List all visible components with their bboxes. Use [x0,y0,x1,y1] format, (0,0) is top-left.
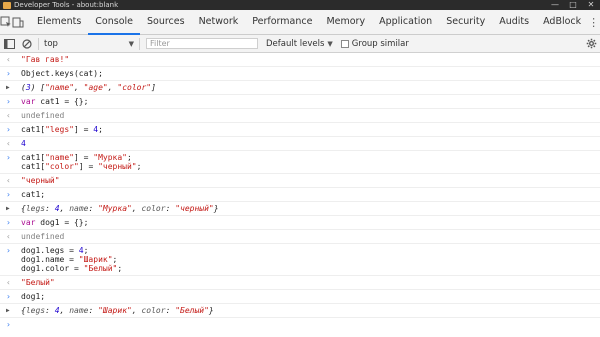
prompt-input-line[interactable] [21,320,600,329]
more-vert-icon[interactable]: ⋮ [588,10,599,34]
console-line: "Гав гав!" [21,55,70,64]
window-controls: — □ ✕ [546,0,600,10]
console-result-entry: ‹ "Белый" [0,276,600,290]
result-return-icon: ‹ [6,278,11,287]
console-toolbar: top ▼ Default levels ▼ Group similar [0,35,600,53]
result-return-icon: ‹ [6,111,11,120]
console-line: var cat1 = {}; [21,97,89,106]
console-line: Object.keys(cat); [21,69,103,78]
console-line: "черный" [21,176,60,185]
context-selector-value: top [44,38,58,49]
clear-console-icon[interactable] [18,35,36,52]
console-output[interactable]: ‹ "Гав гав!" › Object.keys(cat); ▶ (3) ["name… [0,53,600,337]
console-result-entry: ‹ undefined [0,230,600,244]
maximize-button[interactable]: □ [564,0,582,10]
console-line: {legs: 4, name: "Мурка", color: "черный"… [21,204,219,213]
device-toggle-icon[interactable] [12,10,24,34]
tab-security[interactable]: Security [439,10,492,34]
tab-application[interactable]: Application [372,10,439,34]
tab-memory[interactable]: Memory [319,10,372,34]
context-selector[interactable]: top ▼ [41,37,137,50]
tab-console[interactable]: Console [88,10,140,35]
console-line: dog1; [21,292,46,301]
console-line: dog1.color = "Белый"; [21,264,123,273]
panel-tabs: Elements Console Sources Network Performance… [30,10,588,35]
tab-adblock[interactable]: AdBlock [536,10,588,34]
input-prompt-icon: › [6,190,11,199]
input-prompt-icon: › [6,125,11,134]
console-line: (3) ["name", "age", "color"] [21,83,156,92]
group-similar-checkbox[interactable]: Group similar [340,38,409,49]
console-prompt[interactable]: › [0,318,600,331]
console-result-entry: ‹ "Гав гав!" [0,53,600,67]
input-prompt-icon: › [6,97,11,106]
expand-triangle-icon[interactable]: ▶ [6,204,16,213]
console-input-entry: › dog1; [0,290,600,304]
log-levels-label: Default levels [266,38,325,49]
console-line: var dog1 = {}; [21,218,89,227]
gear-icon[interactable] [582,35,600,52]
console-input-entry: › cat1; [0,188,600,202]
console-line: cat1; [21,190,46,199]
log-levels-dropdown[interactable]: Default levels ▼ [266,39,333,49]
devtools-tabbar: Elements Console Sources Network Performance… [0,10,600,35]
close-window-button[interactable]: ✕ [582,0,600,10]
tab-audits[interactable]: Audits [492,10,536,34]
input-prompt-icon: › [6,320,11,329]
group-similar-label: Group similar [351,38,409,49]
console-line: cat1["legs"] = 4; [21,125,103,134]
console-line: cat1["name"] = "Мурка"; [21,153,132,162]
console-input-entry: › dog1.legs = 4; dog1.name = "Шарик"; dog1.… [0,244,600,276]
console-line: dog1.name = "Шарик"; [21,255,118,264]
console-object-entry[interactable]: ▶ {legs: 4, name: "Шарик", color: "Белый"… [0,304,600,318]
chevron-down-icon: ▼ [128,39,134,48]
console-result-entry: ‹ 4 [0,137,600,151]
filter-input[interactable] [146,38,258,49]
tab-performance[interactable]: Performance [245,10,319,34]
result-return-icon: ‹ [6,55,11,64]
minimize-button[interactable]: — [546,0,564,10]
sidebar-toggle-icon[interactable] [0,35,18,52]
devtools-app-icon [3,1,11,9]
console-input-entry: › cat1["legs"] = 4; [0,123,600,137]
toolbar-divider [38,37,39,50]
console-line: {legs: 4, name: "Шарик", color: "Белый"} [21,306,214,315]
console-line: "Белый" [21,278,55,287]
window-title: Developer Tools - about:blank [14,1,119,9]
console-input-entry: › var dog1 = {}; [0,216,600,230]
console-input-entry: › Object.keys(cat); [0,67,600,81]
console-result-entry: ‹ undefined [0,109,600,123]
checkbox-box[interactable] [340,39,349,48]
input-prompt-icon: › [6,218,11,227]
chevron-down-icon: ▼ [327,39,333,48]
console-line: undefined [21,232,65,241]
console-object-entry[interactable]: ▶ (3) ["name", "age", "color"] [0,81,600,95]
console-result-entry: ‹ "черный" [0,174,600,188]
tab-sources[interactable]: Sources [140,10,192,34]
expand-triangle-icon[interactable]: ▶ [6,306,16,315]
window-titlebar: Developer Tools - about:blank — □ ✕ [0,0,600,10]
toolbar-divider [139,37,140,50]
tab-elements[interactable]: Elements [30,10,88,34]
input-prompt-icon: › [6,292,11,301]
console-object-entry[interactable]: ▶ {legs: 4, name: "Мурка", color: "черный… [0,202,600,216]
inspect-icon[interactable] [0,10,12,34]
console-line: undefined [21,111,65,120]
expand-triangle-icon[interactable]: ▶ [6,83,16,92]
console-line: 4 [21,139,26,148]
input-prompt-icon: › [6,69,11,78]
result-return-icon: ‹ [6,139,11,148]
tab-network[interactable]: Network [192,10,246,34]
input-prompt-icon: › [6,153,11,162]
console-input-entry: › cat1["name"] = "Мурка"; cat1["color"] = … [0,151,600,174]
console-line: cat1["color"] = "черный"; [21,162,142,171]
console-line: dog1.legs = 4; [21,246,89,255]
console-input-entry: › var cat1 = {}; [0,95,600,109]
result-return-icon: ‹ [6,176,11,185]
input-prompt-icon: › [6,246,11,255]
result-return-icon: ‹ [6,232,11,241]
